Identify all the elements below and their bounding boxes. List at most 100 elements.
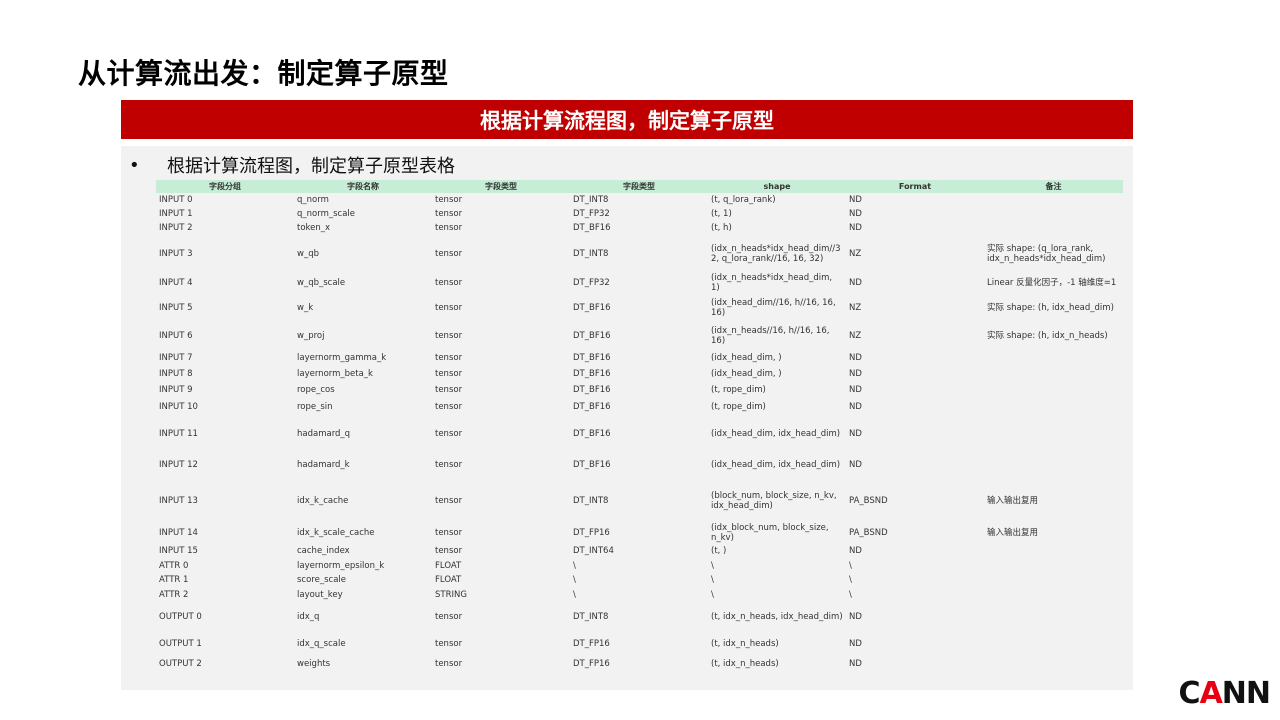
cell-name: w_qb_scale	[297, 278, 346, 288]
cell-group: INPUT 15	[159, 546, 198, 556]
cell-note: 实际 shape: (q_lora_rank, idx_n_heads*idx_…	[987, 243, 1106, 264]
cell-name: layernorm_epsilon_k	[297, 561, 385, 571]
cell-dtype: DT_FP16	[573, 659, 610, 669]
cell-group: INPUT 8	[159, 369, 193, 379]
cell-shape: (block_num, block_size, n_kv, idx_head_d…	[711, 490, 837, 511]
cell-shape: (t, q_lora_rank)	[711, 195, 776, 205]
logo-letter: A	[1199, 676, 1223, 711]
cell-type: tensor	[435, 331, 463, 341]
cell-name: q_norm_scale	[297, 209, 356, 219]
cell-type: tensor	[435, 353, 463, 363]
cell-name: q_norm	[297, 195, 329, 205]
cell-note: 实际 shape: (h, idx_head_dim)	[987, 303, 1114, 313]
table-row: ATTR 2 layout_key STRING \ \ \	[156, 587, 1123, 603]
cell-name: rope_cos	[297, 385, 335, 395]
cell-note	[984, 657, 1123, 671]
cell-dtype: DT_INT8	[573, 495, 609, 506]
cell-note: 输入输出复用	[987, 495, 1039, 506]
cell-note: 输入输出复用	[987, 528, 1039, 538]
table-row: INPUT 9 rope_cos tensor DT_BF16 (t, rope_dim…	[156, 382, 1123, 398]
bullet-mark: •	[129, 154, 140, 176]
cell-format: NZ	[849, 248, 862, 259]
cell-dtype: DT_BF16	[573, 223, 611, 233]
bullet-line: • 根据计算流程图，制定算子原型表格	[129, 152, 455, 178]
cell-format: ND	[849, 639, 862, 649]
cell-dtype: \	[573, 561, 576, 571]
cell-format: ND	[849, 278, 862, 288]
cell-note	[984, 350, 1123, 366]
cell-note: 实际 shape: (h, idx_n_heads)	[987, 331, 1108, 341]
cell-format: ND	[849, 195, 862, 205]
cell-name: idx_k_scale_cache	[297, 528, 375, 538]
cell-group: INPUT 13	[159, 495, 198, 506]
cell-type: tensor	[435, 659, 463, 669]
table-row: ATTR 0 layernorm_epsilon_k FLOAT \ \ \	[156, 559, 1123, 573]
cell-shape: \	[711, 590, 714, 600]
cell-shape: \	[711, 561, 714, 571]
table-body: INPUT 0 q_norm tensor DT_INT8 (t, q_lora_ran…	[156, 193, 1123, 671]
cell-shape: (idx_n_heads*idx_head_dim, 1)	[711, 273, 833, 293]
cell-name: w_proj	[297, 331, 325, 341]
cell-note	[984, 573, 1123, 587]
cell-type: STRING	[435, 590, 467, 600]
cell-shape: (idx_n_heads*idx_head_dim//32, q_lora_ra…	[711, 243, 841, 264]
cell-dtype: DT_BF16	[573, 353, 611, 363]
cann-logo: CANN	[1178, 676, 1271, 711]
column-header: Format	[846, 180, 984, 193]
cell-shape: (idx_head_dim, )	[711, 369, 782, 379]
content-panel: • 根据计算流程图，制定算子原型表格 字段分组 字段名称 字段类型 字段类型 s…	[121, 146, 1133, 690]
cell-note	[984, 207, 1123, 221]
cell-note	[984, 398, 1123, 416]
section-banner: 根据计算流程图，制定算子原型	[121, 100, 1133, 139]
cell-name: layernorm_gamma_k	[297, 353, 387, 363]
cell-name: layout_key	[297, 590, 343, 600]
cell-group: INPUT 5	[159, 303, 193, 313]
cell-dtype: DT_FP16	[573, 528, 610, 538]
cell-note	[984, 193, 1123, 207]
cell-format: \	[849, 575, 852, 585]
cell-dtype: DT_INT8	[573, 612, 609, 622]
cell-group: OUTPUT 2	[159, 659, 202, 669]
table-row: INPUT 13 idx_k_cache tensor DT_INT8 (block_n…	[156, 478, 1123, 523]
cell-type: tensor	[435, 369, 463, 379]
cell-group: INPUT 4	[159, 278, 193, 288]
cell-shape: (idx_head_dim//16, h//16, 16, 16)	[711, 298, 836, 318]
table-header-row: 字段分组 字段名称 字段类型 字段类型 shape Format 备注	[156, 180, 1123, 193]
cell-type: tensor	[435, 528, 463, 538]
cell-group: OUTPUT 0	[159, 612, 202, 622]
cell-type: tensor	[435, 248, 463, 259]
table-row: INPUT 5 w_k tensor DT_BF16 (idx_head_dim//16…	[156, 294, 1123, 322]
cell-dtype: DT_BF16	[573, 369, 611, 379]
cell-dtype: DT_BF16	[573, 429, 611, 439]
cell-format: NZ	[849, 303, 862, 313]
cell-shape: (t, )	[711, 546, 727, 556]
cell-type: tensor	[435, 303, 463, 313]
cell-group: ATTR 1	[159, 575, 189, 585]
cell-format: ND	[849, 209, 862, 219]
operator-prototype-table: 字段分组 字段名称 字段类型 字段类型 shape Format 备注 INPU…	[156, 180, 1123, 671]
cell-group: ATTR 0	[159, 561, 189, 571]
cell-note	[984, 603, 1123, 631]
cell-dtype: DT_INT8	[573, 195, 609, 205]
cell-dtype: DT_BF16	[573, 402, 611, 412]
cell-group: INPUT 1	[159, 209, 193, 219]
cell-name: cache_index	[297, 546, 350, 556]
cell-type: tensor	[435, 546, 463, 556]
logo-letter: C	[1178, 676, 1201, 711]
table-row: OUTPUT 1 idx_q_scale tensor DT_FP16 (t, idx_…	[156, 631, 1123, 657]
cell-type: tensor	[435, 612, 463, 622]
bullet-text: 根据计算流程图，制定算子原型表格	[167, 156, 455, 177]
table-row: INPUT 8 layernorm_beta_k tensor DT_BF16 (idx…	[156, 366, 1123, 382]
cell-dtype: DT_BF16	[573, 331, 611, 341]
cell-note: Linear 反量化因子，-1 轴维度=1	[987, 278, 1117, 288]
cell-format: ND	[849, 385, 862, 395]
cell-format: ND	[849, 659, 862, 669]
cell-note	[984, 631, 1123, 657]
cell-dtype: DT_INT8	[573, 248, 609, 259]
column-header: 字段名称	[294, 180, 432, 193]
cell-group: INPUT 12	[159, 460, 198, 470]
cell-format: ND	[849, 402, 862, 412]
cell-format: PA_BSND	[849, 495, 888, 506]
cell-shape: \	[711, 575, 714, 585]
cell-name: w_k	[297, 303, 314, 313]
